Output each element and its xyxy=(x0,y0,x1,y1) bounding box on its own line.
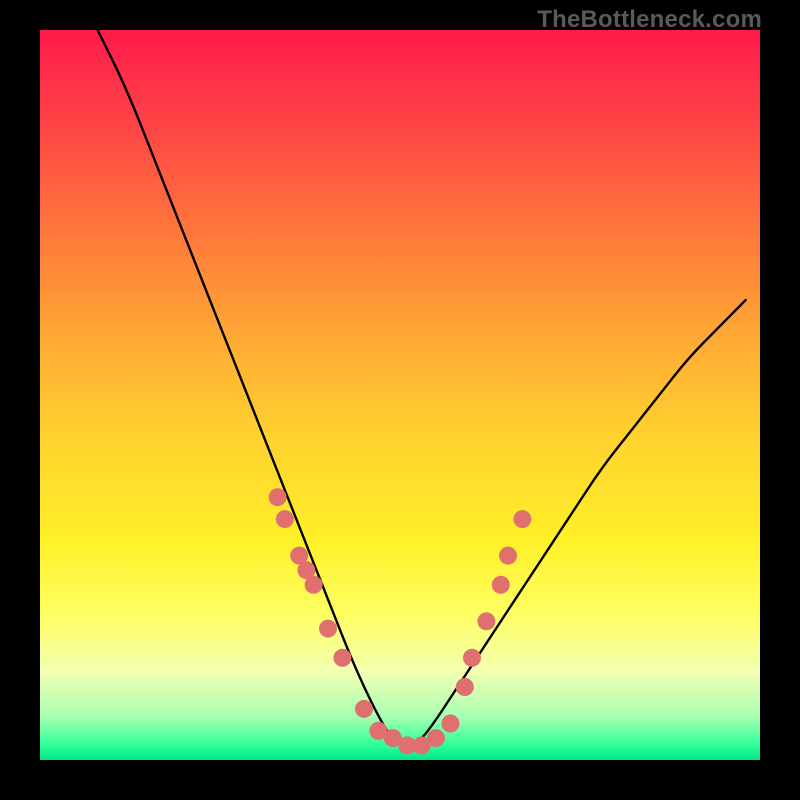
sample-dots xyxy=(269,488,532,754)
plot-area xyxy=(40,30,760,760)
sample-dot xyxy=(463,649,481,667)
bottleneck-curve xyxy=(98,30,746,745)
sample-dot xyxy=(276,510,294,528)
sample-dot xyxy=(499,547,517,565)
sample-dot xyxy=(513,510,531,528)
sample-dot xyxy=(355,700,373,718)
sample-dot xyxy=(305,576,323,594)
chart-frame: TheBottleneck.com xyxy=(0,0,800,800)
sample-dot xyxy=(456,678,474,696)
sample-dot xyxy=(492,576,510,594)
sample-dot xyxy=(319,620,337,638)
sample-dot xyxy=(441,715,459,733)
sample-dot xyxy=(427,729,445,747)
sample-dot xyxy=(333,649,351,667)
sample-dot xyxy=(477,612,495,630)
curve-svg xyxy=(40,30,760,760)
sample-dot xyxy=(269,488,287,506)
